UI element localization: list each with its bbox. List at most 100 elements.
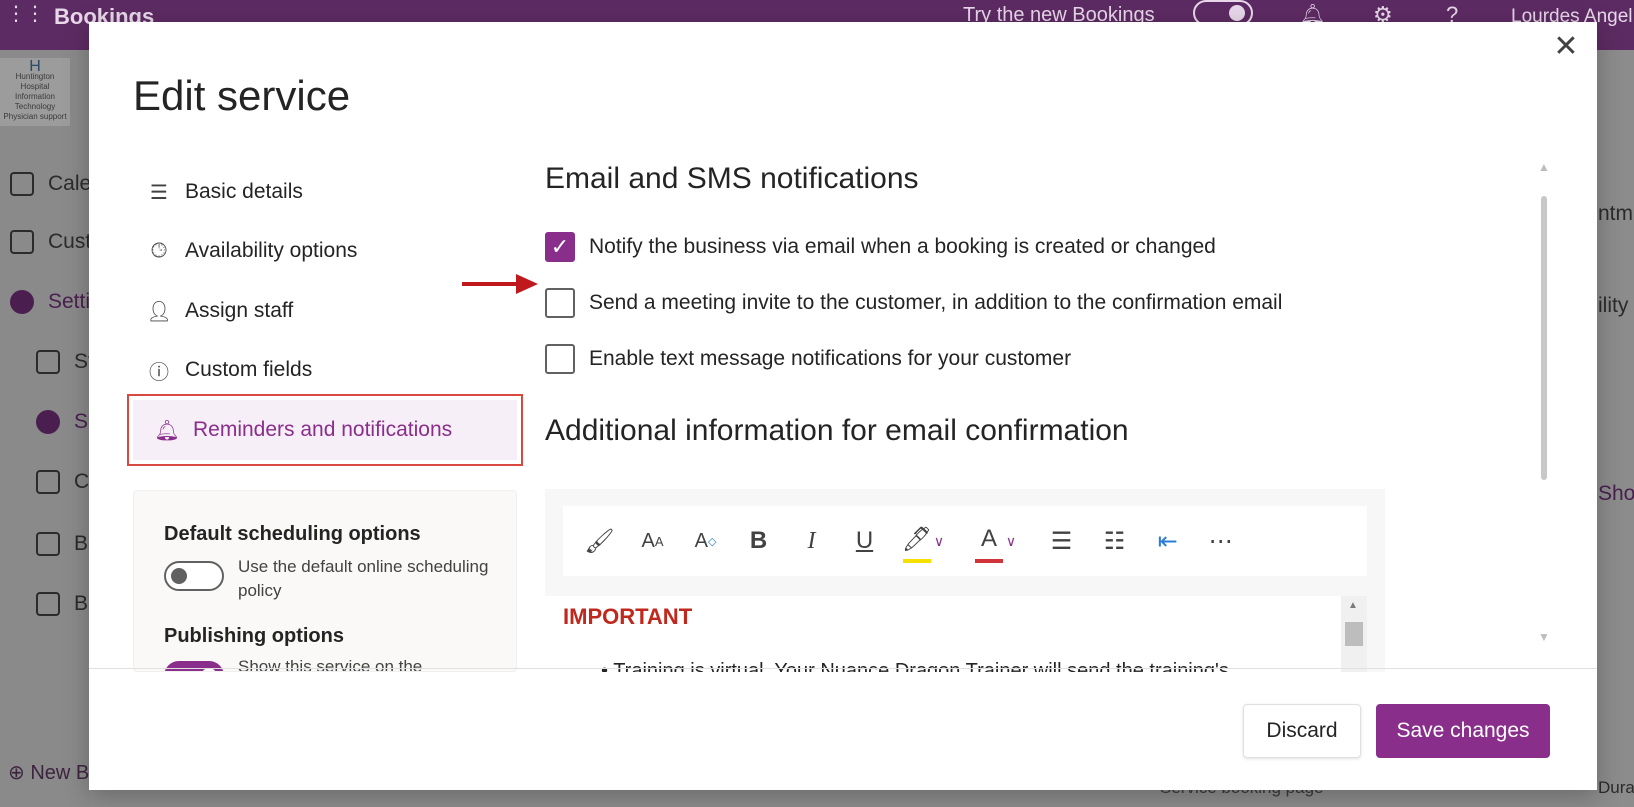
decrease-indent-icon[interactable]: ⇤ bbox=[1141, 519, 1194, 563]
scroll-thumb[interactable] bbox=[1541, 196, 1547, 480]
default-scheduling-toggle[interactable] bbox=[164, 561, 224, 591]
notify-business-checkbox[interactable]: ✓ bbox=[545, 232, 575, 262]
editor-scrollbar[interactable]: ▲ bbox=[1341, 596, 1367, 672]
meeting-invite-option[interactable]: Send a meeting invite to the customer, i… bbox=[545, 288, 1282, 318]
store-icon bbox=[36, 592, 60, 616]
scroll-up-icon[interactable]: ▲ bbox=[1348, 600, 1358, 611]
nav-item-label: B bbox=[74, 592, 89, 615]
chevron-down-icon[interactable]: ∨ bbox=[929, 519, 949, 563]
question-icon bbox=[36, 470, 60, 494]
logo-line: Information Technology bbox=[14, 92, 56, 111]
content-scrollbar[interactable]: ▲ ▼ bbox=[1536, 160, 1552, 660]
nav-item-label: Setti bbox=[48, 290, 91, 313]
nav-item-label: Cust bbox=[48, 230, 92, 253]
footer-divider bbox=[89, 668, 1597, 669]
person-icon: 👤︎ bbox=[146, 300, 172, 323]
chevron-down-icon[interactable]: ∨ bbox=[1001, 519, 1021, 563]
scheduling-options-panel: Default scheduling options Use the defau… bbox=[133, 490, 517, 672]
editor-body[interactable]: IMPORTANT • Training is virtual. Your Nu… bbox=[545, 596, 1367, 672]
logo-line: Hospital bbox=[20, 82, 50, 91]
tab-label: Assign staff bbox=[185, 299, 294, 322]
scroll-up-icon[interactable]: ▲ bbox=[1538, 160, 1550, 174]
editor-body-text: • Training is virtual. Your Nuance Drago… bbox=[601, 660, 1229, 672]
scroll-down-icon[interactable]: ▼ bbox=[1538, 630, 1550, 644]
monitor-icon bbox=[36, 532, 60, 556]
briefcase-icon bbox=[36, 410, 60, 434]
more-options-icon[interactable]: ⋯ bbox=[1194, 519, 1247, 563]
notify-business-option[interactable]: ✓ Notify the business via email when a b… bbox=[545, 232, 1216, 262]
editor-toolbar: 🖌︎ AA A ◇ B I U 🖊︎ ∨ A ∨ ☰ ☷ ⇤ ⋯ bbox=[563, 506, 1367, 576]
bullet-list-icon[interactable]: ☰ bbox=[1035, 519, 1088, 563]
background-text: Duratio bbox=[1598, 778, 1634, 797]
additional-info-heading: Additional information for email confirm… bbox=[545, 414, 1129, 447]
app-launcher-icon[interactable]: ⋮⋮ bbox=[6, 4, 45, 24]
nav-item-business[interactable]: B bbox=[36, 592, 88, 616]
underline-icon[interactable]: U bbox=[838, 519, 891, 563]
nav-item-label: C bbox=[74, 470, 90, 493]
new-booking-button[interactable]: ⊕ New B bbox=[8, 760, 89, 785]
close-icon[interactable]: ✕ bbox=[1551, 32, 1581, 64]
nav-item-settings[interactable]: Setti bbox=[10, 290, 90, 314]
important-label: IMPORTANT bbox=[563, 604, 693, 629]
tab-custom-fields[interactable]: ⓘ Custom fields bbox=[125, 340, 521, 400]
background-text: ntm bbox=[1598, 202, 1634, 225]
new-booking-label: New B bbox=[30, 762, 90, 784]
tab-label: Reminders and notifications bbox=[193, 418, 453, 441]
gear-icon bbox=[10, 290, 34, 314]
font-size-icon[interactable]: A ◇ bbox=[679, 519, 732, 563]
nav-item-staff[interactable]: St bbox=[36, 350, 94, 374]
clipboard-icon bbox=[10, 230, 34, 254]
format-painter-icon[interactable]: 🖌︎ bbox=[573, 519, 626, 563]
nav-item-customers[interactable]: Cust bbox=[10, 230, 91, 254]
annotation-arrow-icon bbox=[462, 274, 538, 294]
toggle-knob bbox=[171, 568, 187, 584]
tab-label: Availability options bbox=[185, 239, 358, 262]
calendar-icon bbox=[10, 172, 34, 196]
nav-item-custom[interactable]: C bbox=[36, 470, 89, 494]
background-link: Shov bbox=[1598, 482, 1634, 505]
numbered-list-icon[interactable]: ☷ bbox=[1088, 519, 1141, 563]
meeting-invite-checkbox[interactable] bbox=[545, 288, 575, 318]
question-icon: ⓘ bbox=[149, 361, 169, 384]
logo-line: Physician support bbox=[3, 112, 67, 121]
publishing-toggle[interactable] bbox=[164, 661, 224, 671]
save-changes-button[interactable]: Save changes bbox=[1376, 704, 1550, 758]
text-message-option[interactable]: Enable text message notifications for yo… bbox=[545, 344, 1071, 374]
bold-icon[interactable]: B bbox=[732, 519, 785, 563]
lines-icon: ☰ bbox=[150, 181, 168, 204]
dialog-title: Edit service bbox=[133, 72, 351, 119]
option-label: Send a meeting invite to the customer, i… bbox=[589, 291, 1283, 314]
option-label: Enable text message notifications for yo… bbox=[589, 347, 1072, 370]
font-icon[interactable]: AA bbox=[626, 519, 679, 563]
tab-label: Basic details bbox=[185, 180, 303, 203]
logo-line: Huntington bbox=[15, 72, 55, 81]
organization-logo: H Huntington Hospital Information Techno… bbox=[0, 58, 70, 126]
nav-item-calendar[interactable]: Cale bbox=[10, 172, 91, 196]
nav-item-label: Cale bbox=[48, 172, 92, 195]
highlight-icon[interactable]: 🖊︎ bbox=[902, 519, 932, 563]
tab-reminders-and-notifications[interactable]: 🔔︎ Reminders and notifications bbox=[127, 394, 523, 466]
default-scheduling-desc: Use the default online scheduling policy bbox=[238, 557, 489, 600]
option-label: Notify the business via email when a boo… bbox=[589, 235, 1216, 258]
people-icon bbox=[36, 350, 60, 374]
publishing-heading: Publishing options bbox=[164, 625, 344, 647]
body-text: Training is virtual. Your Nuance Dragon … bbox=[613, 660, 1229, 672]
email-sms-heading: Email and SMS notifications bbox=[545, 162, 919, 195]
notifications-content: Email and SMS notifications ✓ Notify the… bbox=[545, 132, 1535, 672]
edit-service-dialog: ✕ Edit service ☰ Basic details 🕒︎ Availa… bbox=[89, 22, 1597, 790]
scroll-thumb[interactable] bbox=[1345, 622, 1363, 646]
background-text: ility bbox=[1598, 294, 1629, 317]
tab-label: Custom fields bbox=[185, 358, 313, 381]
default-scheduling-heading: Default scheduling options bbox=[164, 523, 421, 545]
clock-icon: 🕒︎ bbox=[151, 239, 167, 262]
tab-basic-details[interactable]: ☰ Basic details bbox=[125, 162, 521, 222]
discard-button[interactable]: Discard bbox=[1243, 704, 1361, 758]
italic-icon[interactable]: I bbox=[785, 519, 838, 563]
font-color-icon[interactable]: A bbox=[975, 519, 1003, 563]
plus-icon: ⊕ bbox=[8, 762, 25, 784]
text-message-checkbox[interactable] bbox=[545, 344, 575, 374]
logo-mark-icon: H bbox=[29, 58, 41, 75]
email-confirmation-editor: 🖌︎ AA A ◇ B I U 🖊︎ ∨ A ∨ ☰ ☷ ⇤ ⋯ IMPORTAN… bbox=[545, 489, 1385, 672]
checkmark-icon: ✓ bbox=[550, 234, 570, 259]
bell-icon: 🔔︎ bbox=[154, 419, 180, 442]
